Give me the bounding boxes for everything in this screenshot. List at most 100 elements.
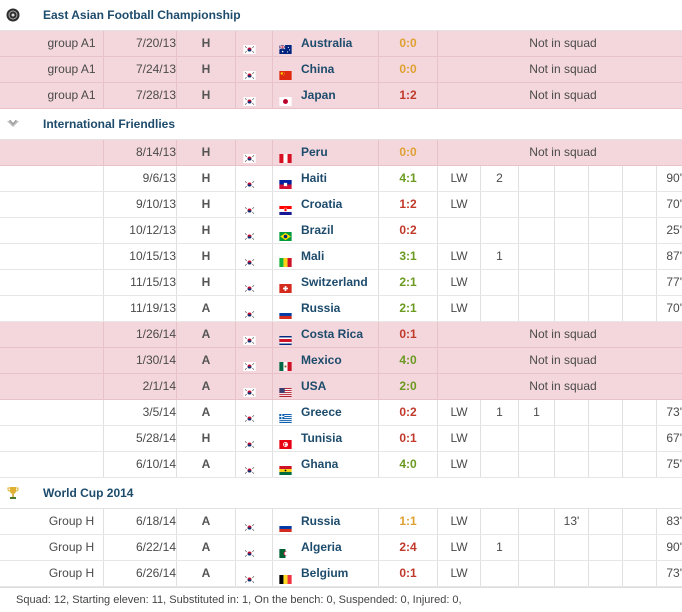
result-link[interactable]: 0:1 (379, 561, 437, 586)
south-korea-flag-icon[interactable] (243, 355, 258, 371)
opponent-cell[interactable]: Australia (273, 31, 378, 56)
south-korea-flag-icon[interactable] (243, 251, 258, 267)
opponent-cell[interactable]: Haiti (273, 166, 378, 191)
home-team-cell[interactable] (236, 296, 272, 321)
russia-flag-icon[interactable] (279, 516, 294, 532)
south-korea-flag-icon[interactable] (243, 173, 258, 189)
south-korea-flag-icon[interactable] (243, 199, 258, 215)
opponent-cell[interactable]: Mali (273, 244, 378, 269)
home-team-cell[interactable] (236, 348, 272, 373)
opponent-link[interactable]: Greece (301, 400, 342, 425)
australia-flag-icon[interactable] (279, 38, 294, 54)
home-team-cell[interactable] (236, 374, 272, 399)
belgium-flag-icon[interactable] (279, 568, 294, 584)
opponent-cell[interactable]: Belgium (273, 561, 378, 586)
home-team-cell[interactable] (236, 166, 272, 191)
opponent-cell[interactable]: Russia (273, 509, 378, 534)
result-link[interactable]: 2:4 (379, 535, 437, 560)
opponent-link[interactable]: Mali (301, 244, 324, 269)
opponent-cell[interactable]: Greece (273, 400, 378, 425)
opponent-cell[interactable]: Japan (273, 83, 378, 108)
switzerland-flag-icon[interactable] (279, 277, 294, 293)
home-team-cell[interactable] (236, 322, 272, 347)
result-link[interactable]: 4:0 (379, 452, 437, 477)
south-korea-flag-icon[interactable] (243, 459, 258, 475)
result-link[interactable]: 0:0 (379, 57, 437, 82)
south-korea-flag-icon[interactable] (243, 90, 258, 106)
south-korea-flag-icon[interactable] (243, 38, 258, 54)
south-korea-flag-icon[interactable] (243, 225, 258, 241)
mexico-flag-icon[interactable] (279, 355, 294, 371)
algeria-flag-icon[interactable] (279, 542, 294, 558)
south-korea-flag-icon[interactable] (243, 407, 258, 423)
mali-flag-icon[interactable] (279, 251, 294, 267)
opponent-link[interactable]: Brazil (301, 218, 334, 243)
competition-link[interactable]: International Friendlies (43, 117, 175, 131)
opponent-link[interactable]: Ghana (301, 452, 338, 477)
opponent-link[interactable]: Russia (301, 509, 340, 534)
usa-flag-icon[interactable] (279, 381, 294, 397)
result-link[interactable]: 0:1 (379, 322, 437, 347)
opponent-link[interactable]: Croatia (301, 192, 342, 217)
opponent-link[interactable]: Australia (301, 31, 352, 56)
south-korea-flag-icon[interactable] (243, 516, 258, 532)
south-korea-flag-icon[interactable] (243, 433, 258, 449)
home-team-cell[interactable] (236, 218, 272, 243)
peru-flag-icon[interactable] (279, 147, 294, 163)
south-korea-flag-icon[interactable] (243, 64, 258, 80)
opponent-link[interactable]: Japan (301, 83, 336, 108)
result-link[interactable]: 3:1 (379, 244, 437, 269)
opponent-link[interactable]: USA (301, 374, 326, 399)
result-link[interactable]: 1:2 (379, 192, 437, 217)
brazil-flag-icon[interactable] (279, 225, 294, 241)
croatia-flag-icon[interactable] (279, 199, 294, 215)
opponent-cell[interactable]: China (273, 57, 378, 82)
result-link[interactable]: 1:1 (379, 509, 437, 534)
opponent-cell[interactable]: Croatia (273, 192, 378, 217)
opponent-cell[interactable]: Switzerland (273, 270, 378, 295)
opponent-cell[interactable]: Ghana (273, 452, 378, 477)
result-link[interactable]: 0:0 (379, 31, 437, 56)
home-team-cell[interactable] (236, 83, 272, 108)
home-team-cell[interactable] (236, 31, 272, 56)
result-link[interactable]: 0:2 (379, 218, 437, 243)
opponent-link[interactable]: China (301, 57, 334, 82)
opponent-link[interactable]: Costa Rica (301, 322, 363, 347)
home-team-cell[interactable] (236, 561, 272, 586)
home-team-cell[interactable] (236, 192, 272, 217)
result-link[interactable]: 4:0 (379, 348, 437, 373)
opponent-link[interactable]: Switzerland (301, 270, 368, 295)
opponent-cell[interactable]: Russia (273, 296, 378, 321)
opponent-link[interactable]: Tunisia (301, 426, 342, 451)
home-team-cell[interactable] (236, 400, 272, 425)
opponent-link[interactable]: Haiti (301, 166, 327, 191)
result-link[interactable]: 2:0 (379, 374, 437, 399)
south-korea-flag-icon[interactable] (243, 329, 258, 345)
greece-flag-icon[interactable] (279, 407, 294, 423)
opponent-cell[interactable]: Algeria (273, 535, 378, 560)
opponent-cell[interactable]: Peru (273, 140, 378, 165)
russia-flag-icon[interactable] (279, 303, 294, 319)
home-team-cell[interactable] (236, 426, 272, 451)
opponent-cell[interactable]: Brazil (273, 218, 378, 243)
home-team-cell[interactable] (236, 509, 272, 534)
result-link[interactable]: 0:1 (379, 426, 437, 451)
tunisia-flag-icon[interactable] (279, 433, 294, 449)
opponent-link[interactable]: Russia (301, 296, 340, 321)
opponent-link[interactable]: Peru (301, 140, 328, 165)
ghana-flag-icon[interactable] (279, 459, 294, 475)
competition-link[interactable]: World Cup 2014 (43, 486, 133, 500)
japan-flag-icon[interactable] (279, 90, 294, 106)
costarica-flag-icon[interactable] (279, 329, 294, 345)
south-korea-flag-icon[interactable] (243, 381, 258, 397)
home-team-cell[interactable] (236, 244, 272, 269)
result-link[interactable]: 4:1 (379, 166, 437, 191)
haiti-flag-icon[interactable] (279, 173, 294, 189)
result-link[interactable]: 0:2 (379, 400, 437, 425)
opponent-cell[interactable]: Costa Rica (273, 322, 378, 347)
opponent-link[interactable]: Belgium (301, 561, 348, 586)
home-team-cell[interactable] (236, 270, 272, 295)
home-team-cell[interactable] (236, 535, 272, 560)
result-link[interactable]: 2:1 (379, 296, 437, 321)
result-link[interactable]: 1:2 (379, 83, 437, 108)
